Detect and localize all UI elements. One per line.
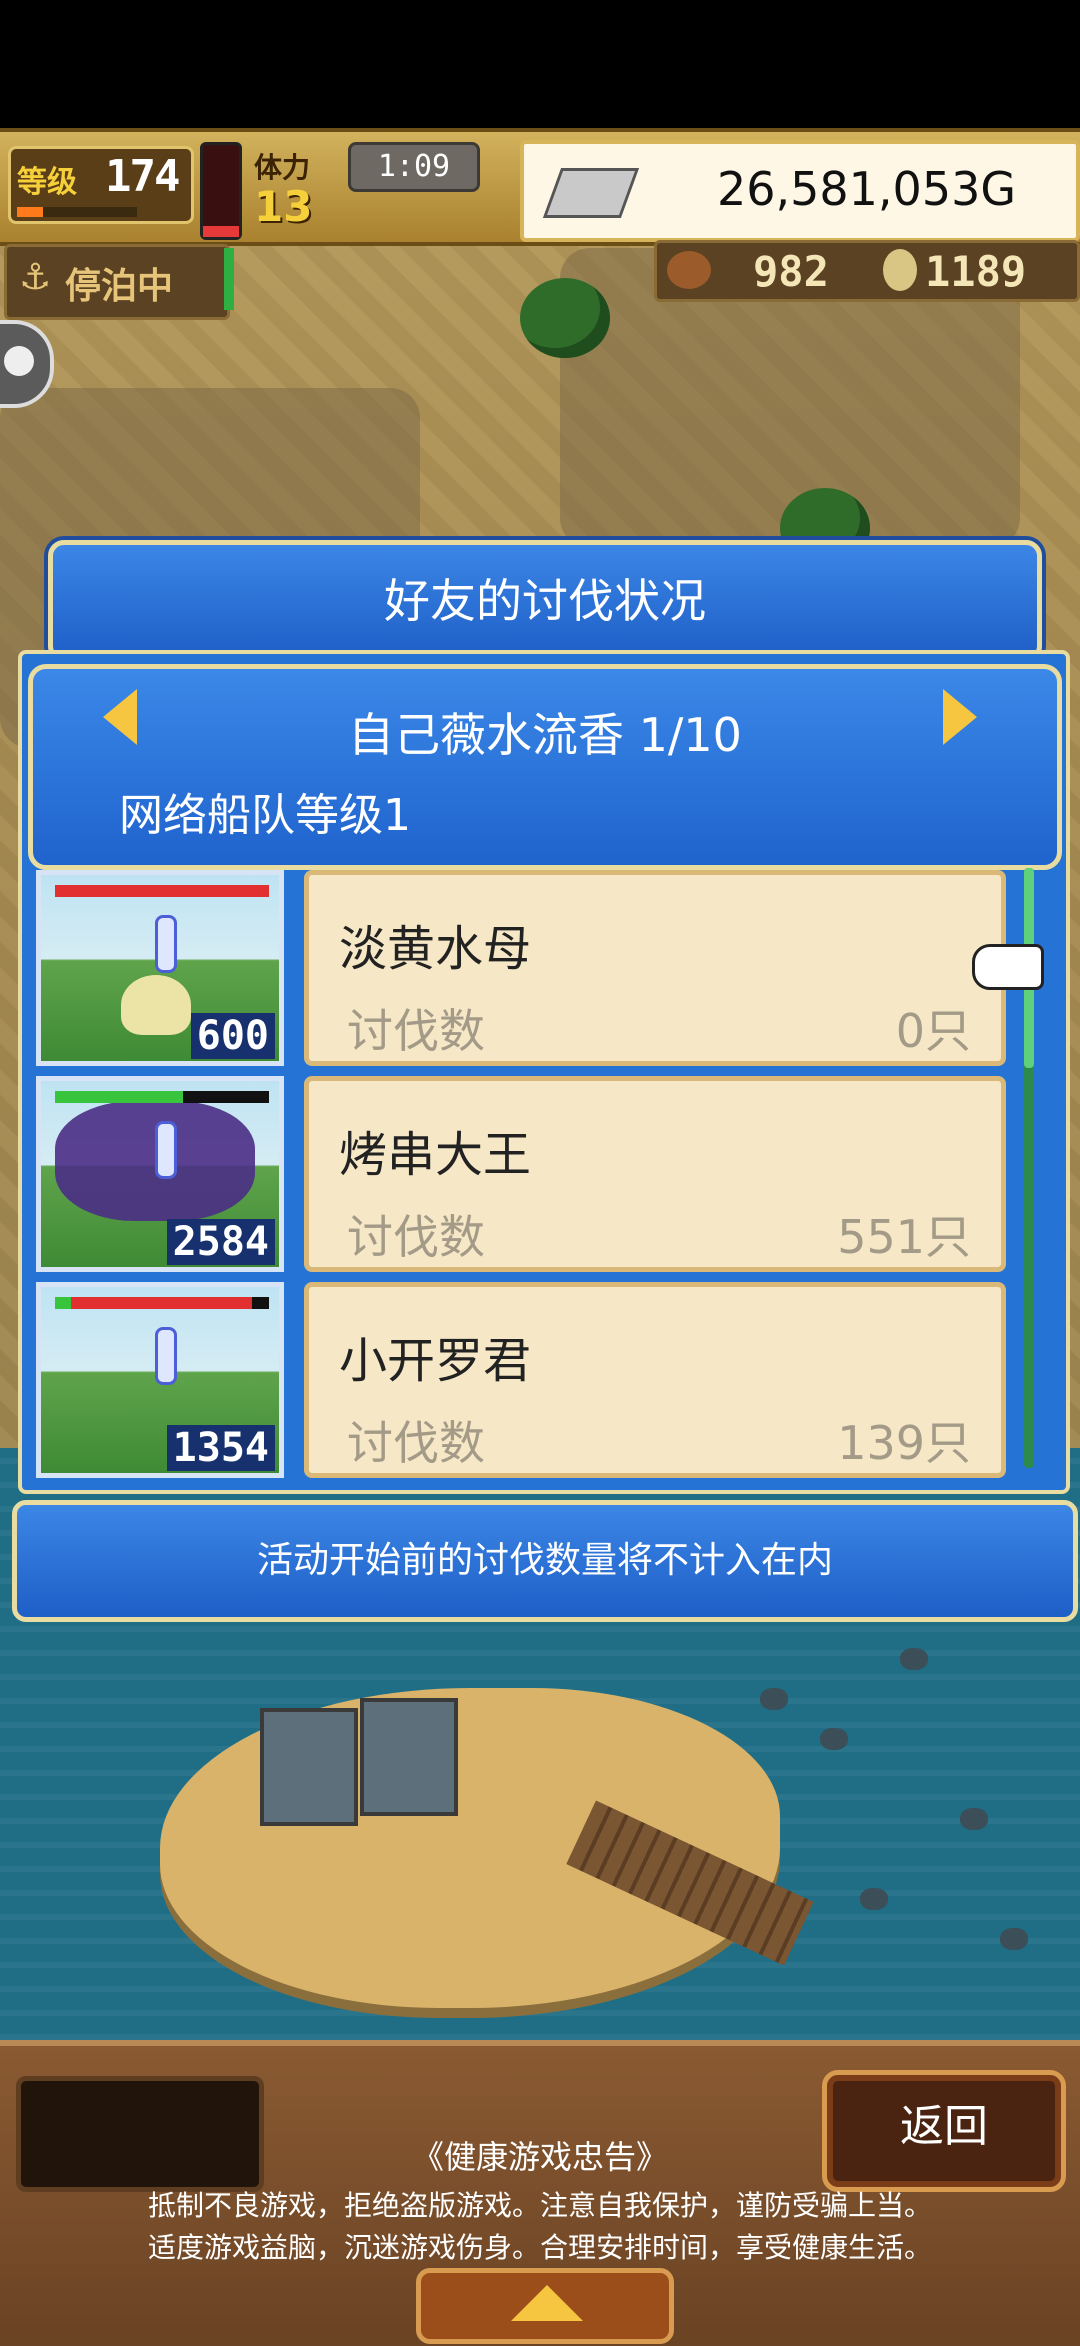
list-item[interactable]: 1354 小开罗君 讨伐数 139只 <box>36 1282 1006 1478</box>
kills-label: 讨伐数 <box>347 1416 485 1470</box>
timer: 1:09 <box>348 142 480 192</box>
stamina-label: 体力 <box>254 151 311 184</box>
food-icon <box>667 251 711 289</box>
kills-value: 139只 <box>837 1416 971 1470</box>
jellyfish-sprite <box>121 975 191 1035</box>
level-progress-bar <box>17 207 137 217</box>
health-warning-line-1: 抵制不良游戏，拒绝盗版游戏。注意自我保护，谨防受骗上当。 <box>147 2189 932 2222</box>
tree <box>520 278 610 358</box>
anchor-icon: ⚓ <box>19 257 52 298</box>
kills-value: 0只 <box>895 1004 971 1058</box>
monster-name: 淡黄水母 <box>339 921 532 977</box>
expand-menu-button[interactable] <box>416 2268 674 2344</box>
gold-display: 26,581,053G <box>520 140 1080 242</box>
monster-thumbnail: 1354 <box>36 1282 284 1478</box>
dock-status[interactable]: ⚓ 停泊中 <box>4 244 230 320</box>
friend-name: 自己薇水流香 1/10 <box>348 708 742 762</box>
hp-count: 2584 <box>166 1219 275 1265</box>
level-label: 等级 <box>17 165 77 200</box>
monster-card: 淡黄水母 讨伐数 0只 <box>304 870 1006 1066</box>
dock-label: 停泊中 <box>65 266 174 307</box>
hp-count: 1354 <box>166 1425 275 1471</box>
level-display: 等级 174 <box>8 146 194 224</box>
kills-value: 551只 <box>837 1210 971 1264</box>
building <box>260 1708 358 1826</box>
health-warning-title: 《健康游戏忠告》 <box>411 2138 668 2176</box>
exclamation-icon <box>155 1327 177 1385</box>
building <box>360 1698 458 1816</box>
kills-label: 讨伐数 <box>347 1004 485 1058</box>
monster-card: 烤串大王 讨伐数 551只 <box>304 1076 1006 1272</box>
next-friend-button[interactable] <box>943 689 977 745</box>
event-notice: 活动开始前的讨伐数量将不计入在内 <box>12 1500 1078 1622</box>
rock <box>820 1728 848 1750</box>
hp-bar <box>55 885 269 897</box>
food-count: 982 <box>753 247 829 296</box>
silver-bar-icon <box>542 168 640 218</box>
rock <box>760 1688 788 1710</box>
monster-name: 小开罗君 <box>339 1333 532 1389</box>
friend-header: 自己薇水流香 1/10 网络船队等级1 <box>28 664 1062 870</box>
exclamation-icon <box>155 915 177 973</box>
monster-thumbnail: 2584 <box>36 1076 284 1272</box>
pointer-hand-icon <box>972 944 1044 990</box>
monster-thumbnail: 600 <box>36 870 284 1066</box>
kills-label: 讨伐数 <box>347 1210 485 1264</box>
fleet-rank: 网络船队等级1 <box>119 790 411 841</box>
rock <box>1000 1928 1028 1950</box>
monster-card: 小开罗君 讨伐数 139只 <box>304 1282 1006 1478</box>
dock-indicator <box>224 248 234 310</box>
hp-bar <box>55 1091 269 1103</box>
exclamation-icon <box>155 1121 177 1179</box>
rock <box>960 1808 988 1830</box>
top-hud: 等级 174 体力 13 1:09 26,581,053G <box>0 128 1080 246</box>
dialog-title: 好友的讨伐状况 <box>384 574 706 628</box>
health-warning-line-2: 适度游戏益脑，沉迷游戏伤身。合理安排时间，享受健康生活。 <box>147 2231 932 2264</box>
bottom-bar: 返回 《健康游戏忠告》 抵制不良游戏，拒绝盗版游戏。注意自我保护，谨防受骗上当。… <box>0 2040 1080 2346</box>
gold-value: 26,581,053G <box>716 162 1016 216</box>
rock <box>900 1648 928 1670</box>
level-value: 174 <box>105 151 180 202</box>
list-item[interactable]: 2584 烤串大王 讨伐数 551只 <box>36 1076 1006 1272</box>
monster-name: 烤串大王 <box>339 1127 532 1183</box>
stamina-gauge <box>200 142 242 240</box>
list-item[interactable]: 600 淡黄水母 讨伐数 0只 <box>36 870 1006 1066</box>
dialog-title-bar: 好友的讨伐状况 <box>48 540 1042 662</box>
resource-display: 982 1189 <box>654 240 1080 302</box>
stamina-value: 13 <box>254 182 313 231</box>
rock <box>860 1888 888 1910</box>
coin-count: 1189 <box>925 247 1027 296</box>
hp-bar <box>55 1297 269 1309</box>
coin-icon <box>883 249 917 291</box>
stamina-display: 体力 13 <box>254 146 354 231</box>
hp-count: 600 <box>190 1013 275 1059</box>
